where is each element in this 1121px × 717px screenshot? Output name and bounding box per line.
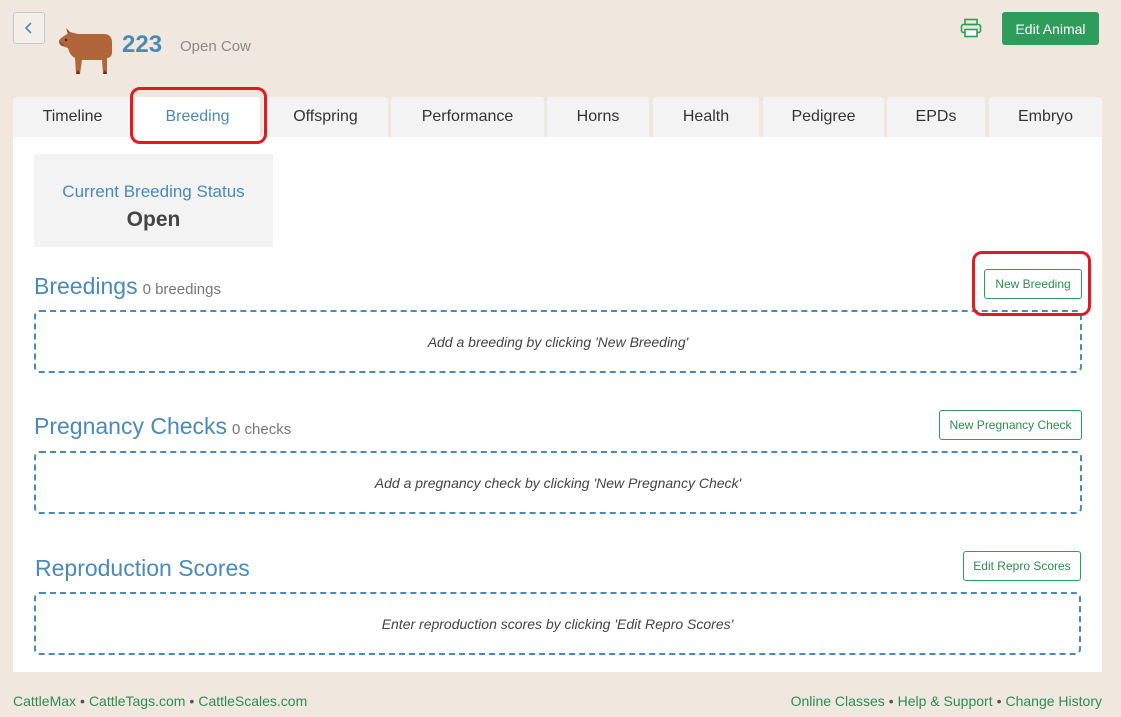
footer-separator: • [80, 693, 85, 709]
pregnancy-title: Pregnancy Checks [34, 413, 228, 439]
status-label: Current Breeding Status [62, 182, 245, 201]
footer-separator: • [888, 693, 894, 709]
footer-link-cattlemax[interactable]: CattleMax [13, 693, 76, 709]
pregnancy-heading: Pregnancy Checks 0 checks [34, 413, 291, 440]
repro-empty-box: Enter reproduction scores by clicking 'E… [34, 592, 1081, 655]
footer-link-change-history[interactable]: Change History [1006, 693, 1103, 709]
tab-pedigree[interactable]: Pedigree [763, 97, 884, 137]
breeding-status-card: Current Breeding Status Open [34, 154, 273, 247]
footer-left-links: CattleMax • CattleTags.com • CattleScales.co… [13, 693, 307, 709]
footer-right-links: Online Classes • Help & Support • Change His… [791, 693, 1102, 709]
chevron-left-icon [24, 22, 32, 34]
pregnancy-empty-text: Add a pregnancy check by clicking 'New P… [374, 474, 742, 491]
animal-status: Open Cow [180, 38, 251, 55]
tab-embryo[interactable]: Embryo [989, 97, 1102, 137]
pregnancy-count: 0 checks [232, 421, 292, 438]
footer-separator: • [189, 693, 195, 709]
print-icon[interactable] [960, 18, 982, 38]
breedings-heading: Breedings 0 breedings [34, 273, 221, 300]
tab-health[interactable]: Health [653, 97, 759, 137]
repro-title: Reproduction Scores [35, 555, 250, 581]
footer-link-online-classes[interactable]: Online Classes [791, 693, 885, 709]
breedings-empty-text: Add a breeding by clicking 'New Breeding… [427, 333, 689, 350]
tab-offspring[interactable]: Offspring [263, 97, 388, 137]
status-value: Open [126, 208, 181, 231]
animal-id: 223 [122, 31, 163, 58]
tab-epds[interactable]: EPDs [887, 97, 985, 137]
edit-repro-scores-button[interactable]: Edit Repro Scores [963, 551, 1081, 581]
pregnancy-empty-box: Add a pregnancy check by clicking 'New P… [34, 451, 1082, 514]
back-button[interactable] [13, 12, 45, 44]
tab-performance[interactable]: Performance [391, 97, 544, 137]
tab-breeding[interactable]: Breeding [135, 97, 260, 137]
breedings-title: Breedings [34, 273, 138, 299]
new-pregnancy-check-button[interactable]: New Pregnancy Check [939, 410, 1082, 440]
breeding-panel: Current Breeding Status Open Breedings 0 … [13, 137, 1102, 672]
edit-animal-button[interactable]: Edit Animal [1002, 12, 1099, 45]
breedings-empty-box: Add a breeding by clicking 'New Breeding… [34, 310, 1082, 373]
footer-link-cattlescales[interactable]: CattleScales.com [198, 693, 307, 709]
cow-icon [58, 28, 112, 74]
new-breeding-button[interactable]: New Breeding [984, 269, 1082, 299]
repro-heading: Reproduction Scores [35, 555, 250, 582]
breedings-count: 0 breedings [142, 281, 221, 298]
footer-link-help-support[interactable]: Help & Support [898, 693, 993, 709]
tab-timeline[interactable]: Timeline [13, 97, 132, 137]
footer-separator: • [996, 693, 1002, 709]
footer-link-cattletags[interactable]: CattleTags.com [89, 693, 185, 709]
tab-horns[interactable]: Horns [547, 97, 649, 137]
repro-empty-text: Enter reproduction scores by clicking 'E… [381, 615, 734, 632]
